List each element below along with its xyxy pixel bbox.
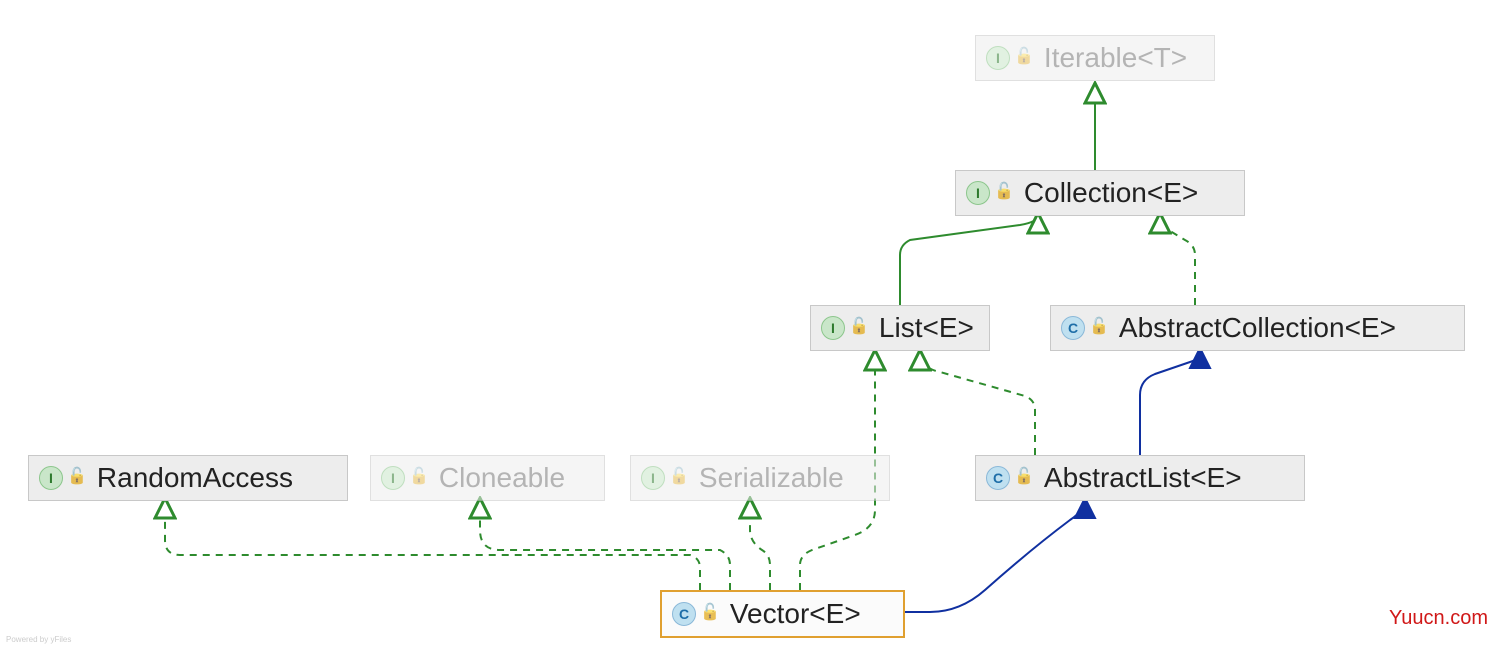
node-vector[interactable]: C🔓 Vector<E> <box>660 590 905 638</box>
unlock-icon: 🔓 <box>700 602 720 622</box>
unlock-icon: 🔓 <box>1089 316 1109 336</box>
edge-list-collection <box>900 215 1038 305</box>
unlock-icon: 🔓 <box>669 466 689 486</box>
class-icon: C <box>986 466 1010 490</box>
interface-icon: I <box>821 316 845 340</box>
node-iterable[interactable]: I🔓 Iterable<T> <box>975 35 1215 81</box>
node-label: RandomAccess <box>97 462 293 494</box>
interface-icon: I <box>986 46 1010 70</box>
edge-vector-serializable <box>750 500 770 590</box>
unlock-icon: 🔓 <box>1014 46 1034 66</box>
interface-icon: I <box>966 181 990 205</box>
edge-abstractlist-abstractcollection <box>1140 350 1200 455</box>
node-label: AbstractList<E> <box>1044 462 1242 494</box>
unlock-icon: 🔓 <box>1014 466 1034 486</box>
node-label: Serializable <box>699 462 844 494</box>
node-label: Collection<E> <box>1024 177 1198 209</box>
node-randomaccess[interactable]: I🔓 RandomAccess <box>28 455 348 501</box>
interface-icon: I <box>641 466 665 490</box>
class-icon: C <box>672 602 696 626</box>
edge-abstractlist-list <box>920 352 1035 455</box>
node-label: Cloneable <box>439 462 565 494</box>
node-cloneable[interactable]: I🔓 Cloneable <box>370 455 605 501</box>
interface-icon: I <box>381 466 405 490</box>
node-abstractlist[interactable]: C🔓 AbstractList<E> <box>975 455 1305 501</box>
unlock-icon: 🔓 <box>67 466 87 486</box>
edge-vector-cloneable <box>480 500 730 590</box>
node-collection[interactable]: I🔓 Collection<E> <box>955 170 1245 216</box>
watermark: Yuucn.com <box>1389 607 1488 630</box>
node-label: AbstractCollection<E> <box>1119 312 1396 344</box>
node-list[interactable]: I🔓 List<E> <box>810 305 990 351</box>
node-label: Vector<E> <box>730 598 861 630</box>
node-label: List<E> <box>879 312 974 344</box>
powered-by-label: Powered by yFiles <box>6 635 71 644</box>
interface-icon: I <box>39 466 63 490</box>
edge-vector-randomaccess <box>165 500 700 590</box>
node-serializable[interactable]: I🔓 Serializable <box>630 455 890 501</box>
unlock-icon: 🔓 <box>849 316 869 336</box>
class-icon: C <box>1061 316 1085 340</box>
node-abstractcollection[interactable]: C🔓 AbstractCollection<E> <box>1050 305 1465 351</box>
edge-vector-abstractlist <box>905 500 1085 612</box>
edge-abstractcollection-collection <box>1160 215 1195 305</box>
unlock-icon: 🔓 <box>409 466 429 486</box>
unlock-icon: 🔓 <box>994 181 1014 201</box>
node-label: Iterable<T> <box>1044 42 1187 74</box>
